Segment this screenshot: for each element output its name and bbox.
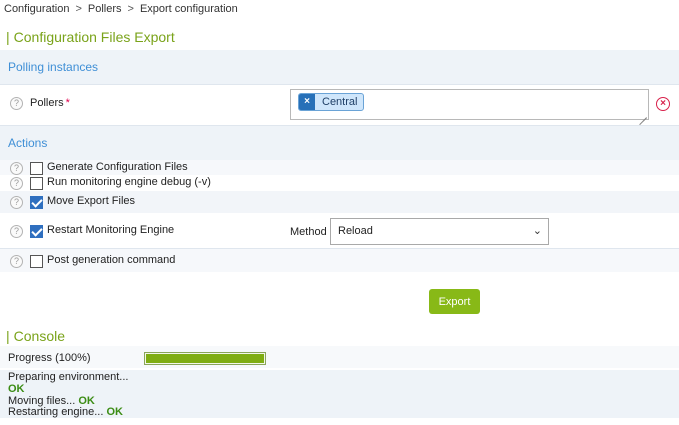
- actions-label: Actions: [8, 136, 48, 150]
- generate-config-label: Generate Configuration Files: [47, 161, 188, 173]
- generate-config-checkbox[interactable]: [30, 162, 43, 175]
- breadcrumb-configuration[interactable]: Configuration: [4, 3, 69, 15]
- breadcrumb-separator: >: [75, 3, 82, 15]
- polling-instances-header: Polling instances: [0, 50, 679, 84]
- method-select-value: Reload: [338, 225, 373, 237]
- console-title: | Console: [6, 328, 66, 344]
- page-title: | Configuration Files Export: [6, 29, 175, 45]
- poller-tag-label: Central: [322, 96, 358, 108]
- help-icon[interactable]: ?: [10, 97, 23, 110]
- console-ok-preparing: OK: [8, 383, 25, 395]
- progress-bar: [144, 352, 266, 365]
- progress-bar-fill: [146, 354, 264, 363]
- progress-row: [0, 346, 679, 368]
- move-export-files-label: Move Export Files: [47, 195, 136, 207]
- method-select[interactable]: Reload ⌄: [330, 218, 549, 245]
- breadcrumb-pollers[interactable]: Pollers: [88, 3, 122, 15]
- remove-tag-icon[interactable]: ×: [299, 94, 315, 110]
- post-generation-checkbox[interactable]: [30, 255, 43, 268]
- restart-engine-checkbox[interactable]: [30, 225, 43, 238]
- post-generation-label: Post generation command: [47, 254, 176, 266]
- breadcrumb-separator: >: [127, 3, 134, 15]
- debug-checkbox[interactable]: [30, 177, 43, 190]
- help-icon[interactable]: ?: [10, 225, 23, 238]
- divider: [0, 84, 679, 85]
- console-line-restarting: Restarting engine... OK: [8, 406, 123, 418]
- poller-tag-central: × Central: [298, 93, 365, 111]
- help-icon[interactable]: ?: [10, 255, 23, 268]
- console-line-preparing: Preparing environment...: [8, 371, 129, 383]
- debug-label: Run monitoring engine debug (-v): [47, 176, 211, 188]
- help-icon[interactable]: ?: [10, 177, 23, 190]
- method-label: Method: [290, 226, 327, 238]
- page-title-text: Configuration Files Export: [13, 29, 175, 45]
- pollers-label-text: Pollers: [30, 97, 64, 109]
- help-icon[interactable]: ?: [10, 196, 23, 209]
- chevron-down-icon: ⌄: [532, 225, 542, 237]
- help-icon[interactable]: ?: [10, 162, 23, 175]
- console-text-restarting: Restarting engine...: [8, 406, 104, 418]
- divider: [0, 125, 679, 126]
- required-mark: *: [65, 97, 70, 109]
- pollers-multiselect[interactable]: × Central: [290, 89, 649, 120]
- console-title-text: Console: [13, 328, 66, 344]
- restart-engine-label: Restart Monitoring Engine: [47, 224, 175, 236]
- progress-label: Progress (100%): [8, 352, 91, 364]
- progress-percent: (100%): [55, 352, 91, 364]
- breadcrumb: Configuration > Pollers > Export configurati…: [4, 3, 238, 15]
- resize-handle-icon[interactable]: [639, 110, 647, 118]
- export-button[interactable]: Export: [429, 289, 480, 314]
- polling-instances-label: Polling instances: [8, 60, 99, 74]
- progress-label-text: Progress: [8, 352, 53, 364]
- console-ok-restarting: OK: [106, 406, 123, 418]
- clear-selection-icon[interactable]: ×: [656, 97, 670, 111]
- move-export-files-checkbox[interactable]: [30, 196, 43, 209]
- breadcrumb-export-configuration[interactable]: Export configuration: [140, 3, 238, 15]
- actions-header: Actions: [0, 125, 679, 160]
- pollers-label: Pollers *: [30, 97, 70, 109]
